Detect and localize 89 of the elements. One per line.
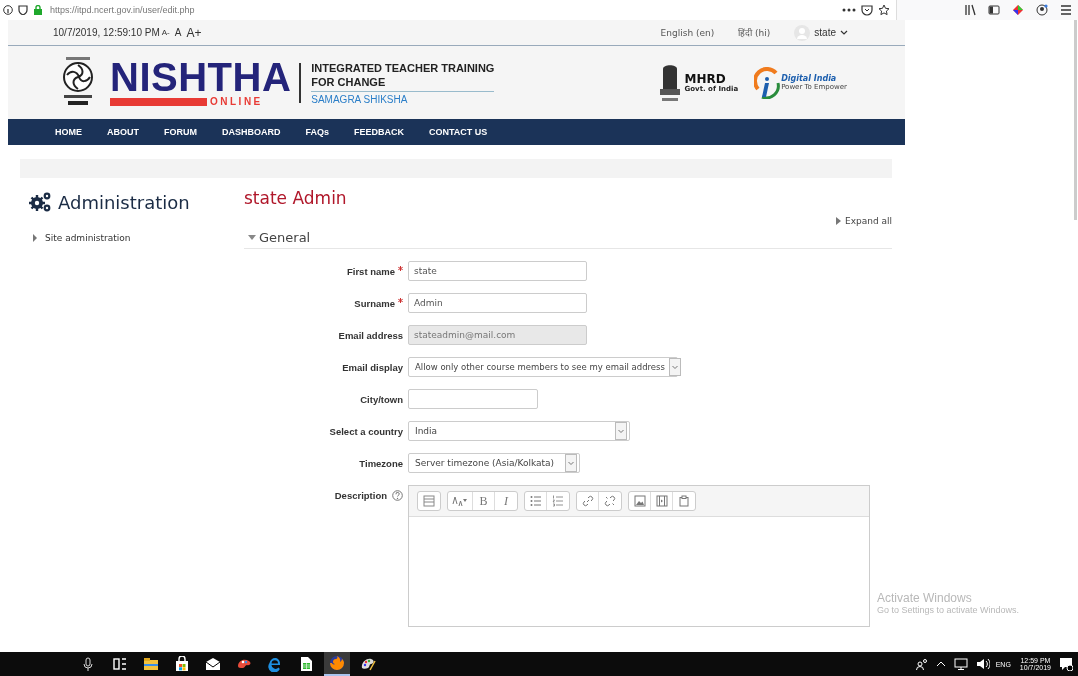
nav-link[interactable]: FEEDBACK: [354, 127, 405, 137]
microphone-icon[interactable]: [83, 657, 93, 671]
user-name[interactable]: state: [814, 27, 836, 38]
speaker-icon[interactable]: [975, 658, 990, 670]
digital-logo-icon: [754, 66, 781, 99]
network-icon[interactable]: [953, 658, 968, 670]
nav-link[interactable]: FORUM: [164, 127, 197, 137]
bold-button[interactable]: B: [473, 492, 495, 510]
sidebar-icon[interactable]: [988, 4, 1000, 16]
task-view-icon[interactable]: [112, 656, 128, 672]
italic-button[interactable]: I: [495, 492, 517, 510]
sidebar-item[interactable]: Site administration: [32, 233, 244, 243]
more-icon[interactable]: [842, 8, 856, 12]
text-field[interactable]: [408, 389, 538, 409]
text-editor[interactable]: B I: [408, 485, 870, 627]
tagline: INTEGRATED TEACHER TRAINING: [311, 60, 495, 75]
font-size-link[interactable]: A: [174, 27, 182, 38]
dropdown[interactable]: Allow only other course members to see my email address: [408, 357, 678, 377]
notification-icon[interactable]: [1059, 657, 1073, 671]
section-header[interactable]: General: [244, 226, 892, 249]
font-size-icon[interactable]: [452, 495, 468, 507]
triangle-icon: [32, 234, 39, 242]
info-icon[interactable]: [3, 5, 13, 15]
caret-icon[interactable]: [840, 29, 848, 36]
folder-icon[interactable]: [143, 656, 159, 672]
nav-link[interactable]: CONTACT US: [429, 127, 488, 137]
spreadsheet-icon[interactable]: [298, 656, 314, 672]
gears-icon: [28, 191, 52, 213]
field-label: Surname: [354, 297, 395, 309]
nav-link[interactable]: FAQs: [305, 127, 329, 137]
field-label: Description: [334, 490, 387, 501]
clipboard-icon[interactable]: [678, 495, 690, 507]
expand-all-link[interactable]: Expand all: [835, 216, 892, 226]
tagline: FOR CHANGE: [311, 74, 387, 89]
shopping-bag-icon[interactable]: [174, 656, 190, 672]
field-label: Email address: [338, 329, 403, 341]
fox-globe-icon[interactable]: [329, 655, 345, 671]
numbered-list-icon[interactable]: [552, 495, 564, 507]
field-label: First name: [346, 265, 395, 277]
activation-text: Go to Settings to activate Windows.: [877, 605, 1020, 615]
field-label: City/town: [360, 393, 403, 405]
page-title: state Admin: [244, 188, 348, 208]
people-icon[interactable]: [915, 658, 928, 670]
browser-e-icon[interactable]: [267, 656, 283, 672]
dropdown[interactable]: India: [408, 421, 630, 441]
toolbar-toggle-icon[interactable]: [423, 495, 435, 507]
menu-icon[interactable]: [1060, 5, 1072, 15]
paint-palette-icon[interactable]: [360, 656, 376, 672]
date-time: 10/7/2019, 12:59:10 PM: [53, 27, 160, 38]
font-size-link[interactable]: A+: [186, 25, 202, 40]
field-label: Select a country: [329, 425, 403, 437]
help-icon[interactable]: [392, 490, 403, 501]
ministry-name: MHRD: [684, 72, 726, 85]
link-icon[interactable]: [581, 495, 594, 507]
library-icon[interactable]: [964, 4, 976, 16]
media-icon[interactable]: [655, 495, 668, 507]
url-field[interactable]: https://itpd.ncert.gov.in/user/edit.php: [50, 5, 195, 15]
field-label: Timezone: [359, 457, 403, 469]
pocket-icon[interactable]: [861, 4, 873, 16]
dropdown[interactable]: Server timezone (Asia/Kolkata): [408, 453, 580, 473]
nav-link[interactable]: HOME: [55, 127, 82, 137]
font-size-link[interactable]: A-: [161, 28, 170, 37]
text-field[interactable]: Admin: [408, 293, 587, 313]
colorful-diamond-icon[interactable]: [1012, 4, 1024, 16]
language-link[interactable]: हिंदी (hi): [738, 26, 771, 39]
chevron-up-icon[interactable]: [935, 661, 946, 667]
avatar-icon: [794, 24, 811, 41]
triangle-icon: [248, 234, 256, 241]
triangle-icon: [835, 217, 841, 225]
star-icon[interactable]: [878, 4, 890, 16]
field-label: Email display: [342, 361, 403, 373]
envelope-icon[interactable]: [205, 656, 221, 672]
digital-name: Digital India: [781, 74, 838, 83]
nav-link[interactable]: DASHBOARD: [222, 127, 281, 137]
language-link[interactable]: English (en): [660, 27, 715, 38]
lock-icon[interactable]: [33, 5, 43, 15]
text-field[interactable]: state: [408, 261, 587, 281]
scrollbar[interactable]: [1074, 20, 1077, 220]
unlink-icon[interactable]: [604, 495, 616, 507]
bulleted-list-icon[interactable]: [529, 495, 542, 507]
activation-title: Activate Windows: [877, 591, 973, 605]
shield-icon[interactable]: [18, 5, 28, 15]
brand-subtitle: ONLINE: [210, 96, 263, 107]
program-name: SAMAGRA SHIKSHA: [311, 90, 495, 105]
image-icon[interactable]: [633, 495, 646, 507]
brand-name: NISHTHA: [110, 58, 292, 96]
sidebar-title: Administration: [58, 191, 190, 213]
nav-link[interactable]: ABOUT: [107, 127, 139, 137]
person-icon[interactable]: [1036, 4, 1048, 16]
